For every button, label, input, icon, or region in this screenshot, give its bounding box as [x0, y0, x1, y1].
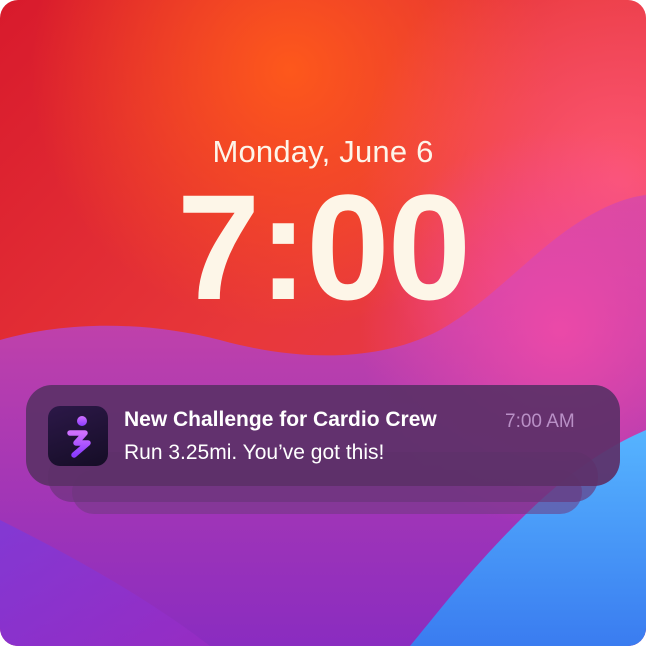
- lock-screen: Monday, June 6 7:00 New Challenge for Ca…: [0, 0, 646, 646]
- notification-title: New Challenge for Cardio Crew: [124, 408, 437, 431]
- notification-card[interactable]: [26, 385, 620, 486]
- app-icon[interactable]: [48, 406, 108, 466]
- lock-screen-clock: 7:00: [176, 163, 471, 331]
- notification-timestamp: 7:00 AM: [505, 411, 575, 432]
- notification-body: Run 3.25mi. You’ve got this!: [124, 441, 385, 464]
- running-figure-icon: [67, 416, 91, 458]
